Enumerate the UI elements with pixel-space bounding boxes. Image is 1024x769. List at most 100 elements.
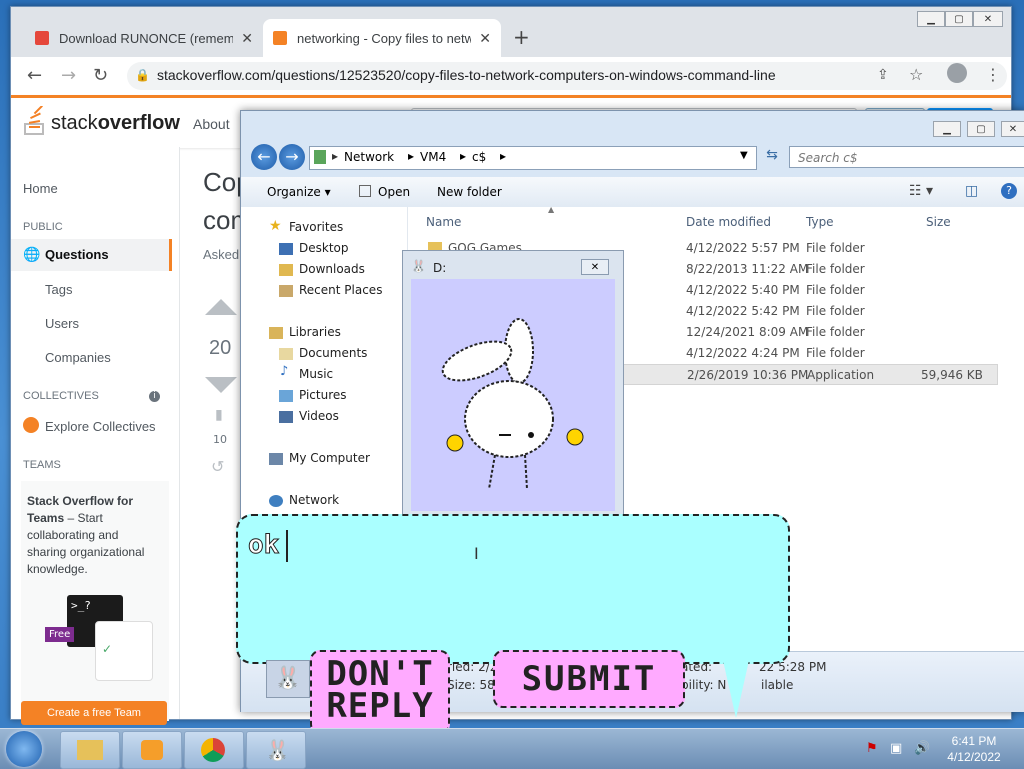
file-date: 2/26/2019 10:36 PM — [687, 368, 809, 382]
column-date-modified[interactable]: Date modified — [686, 215, 771, 229]
taskbar-chrome-button[interactable] — [184, 731, 244, 769]
sidebar-item-users[interactable]: Users — [45, 316, 79, 331]
stackoverflow-favicon-icon — [273, 31, 287, 45]
bunny-avatar-icon: 🐰 — [266, 660, 310, 698]
open-icon — [359, 185, 371, 197]
column-size[interactable]: Size — [926, 215, 951, 229]
close-window-icon[interactable]: ✕ — [1001, 121, 1024, 137]
info-icon[interactable]: i — [149, 391, 160, 402]
taskbar-explorer-button[interactable] — [60, 731, 120, 769]
nav-downloads[interactable]: Downloads — [299, 262, 365, 276]
breadcrumb-c[interactable]: c$ — [472, 150, 486, 164]
close-icon[interactable]: ✕ — [241, 30, 253, 47]
breadcrumb-vm4[interactable]: VM4 — [420, 150, 446, 164]
nav-network[interactable]: Network — [289, 493, 339, 507]
breadcrumb-network[interactable]: Network — [344, 150, 394, 164]
star-icon[interactable]: ☆ — [909, 65, 923, 84]
refresh-icon[interactable]: ⇆ — [761, 147, 783, 167]
nav-pictures[interactable]: Pictures — [299, 388, 347, 402]
network-tray-icon[interactable]: ▣ — [890, 741, 902, 756]
sidebar-item-companies[interactable]: Companies — [45, 350, 111, 365]
close-window-icon[interactable]: ✕ — [581, 259, 609, 275]
nav-about-link[interactable]: About — [193, 116, 230, 132]
nav-desktop[interactable]: Desktop — [299, 241, 349, 255]
nav-music[interactable]: Music — [299, 367, 333, 381]
file-type: Application — [807, 368, 875, 382]
nav-my-computer[interactable]: My Computer — [289, 451, 370, 465]
nav-videos[interactable]: Videos — [299, 409, 339, 423]
nav-libraries[interactable]: Libraries — [289, 325, 341, 339]
nav-documents[interactable]: Documents — [299, 346, 367, 360]
chevron-right-icon[interactable]: ▸ — [332, 149, 338, 163]
libraries-icon — [269, 327, 283, 339]
globe-icon: 🌐 — [23, 247, 41, 263]
forward-arrow-icon[interactable]: → — [279, 144, 305, 170]
preview-pane-icon[interactable]: ◫ — [965, 183, 978, 199]
bunny-icon: 🐰 — [265, 738, 290, 762]
submit-button[interactable]: SUBMIT — [493, 650, 685, 708]
sidebar-heading-public: PUBLIC — [23, 221, 63, 233]
videos-icon — [279, 411, 293, 423]
open-button[interactable]: Open — [378, 185, 410, 199]
start-button[interactable] — [6, 731, 42, 767]
reload-icon[interactable]: ↻ — [93, 65, 108, 86]
minimize-icon[interactable]: ▁ — [933, 121, 961, 137]
browser-toolbar: ← → ↻ 🔒 stackoverflow.com/questions/1252… — [11, 57, 1011, 96]
checklist-illustration: ✓ — [95, 621, 153, 681]
chevron-right-icon[interactable]: ▸ — [460, 149, 466, 163]
window-title: D: — [433, 261, 447, 275]
bookmark-icon[interactable]: ▮ — [215, 407, 223, 423]
nav-favorites[interactable]: Favorites — [289, 220, 343, 234]
clock[interactable]: 6:41 PM 4/12/2022 — [944, 733, 1004, 765]
details-availability-value: ilable — [761, 678, 794, 692]
taskbar-bunny-app-button[interactable]: 🐰 — [246, 731, 306, 769]
downvote-arrow-icon[interactable] — [205, 377, 237, 393]
create-free-team-button[interactable]: Create a free Team — [21, 701, 167, 725]
url-text[interactable]: stackoverflow.com/questions/12523520/cop… — [157, 67, 776, 83]
chevron-right-icon[interactable]: ▸ — [408, 149, 414, 163]
sidebar-item-tags[interactable]: Tags — [45, 282, 72, 297]
reply-text-box[interactable]: ok I — [236, 514, 790, 664]
chevron-right-icon[interactable]: ▸ — [500, 149, 506, 163]
sidebar-item-home[interactable]: Home — [23, 181, 58, 196]
organize-button[interactable]: Organize ▾ — [267, 185, 331, 199]
new-folder-button[interactable]: New folder — [437, 185, 502, 199]
forward-arrow-icon[interactable]: → — [61, 65, 76, 86]
history-icon[interactable]: ↺ — [211, 457, 224, 476]
address-breadcrumb[interactable]: ▸ Network ▸ VM4 ▸ c$ ▸ ▼ — [309, 146, 757, 170]
close-window-icon[interactable]: ✕ — [973, 11, 1003, 27]
documents-icon — [279, 348, 293, 360]
maximize-icon[interactable]: ▢ — [967, 121, 995, 137]
help-icon[interactable]: ? — [1001, 183, 1017, 199]
action-center-flag-icon[interactable]: ⚑ — [866, 741, 878, 756]
command-bar: Organize ▾ Open New folder ☷ ▾ ◫ ? — [241, 177, 1024, 208]
taskbar-media-player-button[interactable] — [122, 731, 182, 769]
share-icon[interactable]: ⇪ — [877, 67, 889, 83]
upvote-arrow-icon[interactable] — [205, 299, 237, 315]
collectives-star-icon — [23, 417, 39, 433]
media-player-icon — [141, 740, 163, 760]
column-type[interactable]: Type — [806, 215, 834, 229]
stackoverflow-logo-text[interactable]: stackoverflow — [51, 112, 180, 135]
column-name[interactable]: Name — [426, 215, 461, 229]
back-arrow-icon[interactable]: ← — [251, 144, 277, 170]
bookmark-count: 10 — [213, 433, 227, 446]
chevron-down-icon[interactable]: ▼ — [740, 150, 748, 161]
profile-avatar[interactable] — [947, 63, 967, 83]
close-icon[interactable]: ✕ — [479, 30, 491, 47]
tab-networking[interactable]: networking - Copy files to netwo ✕ — [263, 19, 501, 57]
search-input[interactable]: Search c$ — [789, 146, 1024, 168]
volume-icon[interactable]: 🔊 — [914, 741, 930, 756]
tab-download-runonce[interactable]: Download RUNONCE (remembe ✕ — [25, 19, 263, 57]
menu-kebab-icon[interactable]: ⋮ — [985, 65, 1001, 84]
dont-reply-button[interactable]: DON'T REPLY — [310, 650, 450, 734]
back-arrow-icon[interactable]: ← — [27, 65, 42, 86]
minimize-icon[interactable]: ▁ — [917, 11, 945, 27]
view-options-icon[interactable]: ☷ ▾ — [909, 183, 933, 199]
sidebar-item-explore-collectives[interactable]: Explore Collectives — [45, 419, 156, 434]
maximize-icon[interactable]: ▢ — [945, 11, 973, 27]
nav-recent-places[interactable]: Recent Places — [299, 283, 382, 297]
new-tab-button[interactable]: + — [513, 25, 530, 49]
sidebar-item-questions[interactable]: 🌐 Questions — [11, 239, 172, 271]
desktop-icon — [279, 243, 293, 255]
